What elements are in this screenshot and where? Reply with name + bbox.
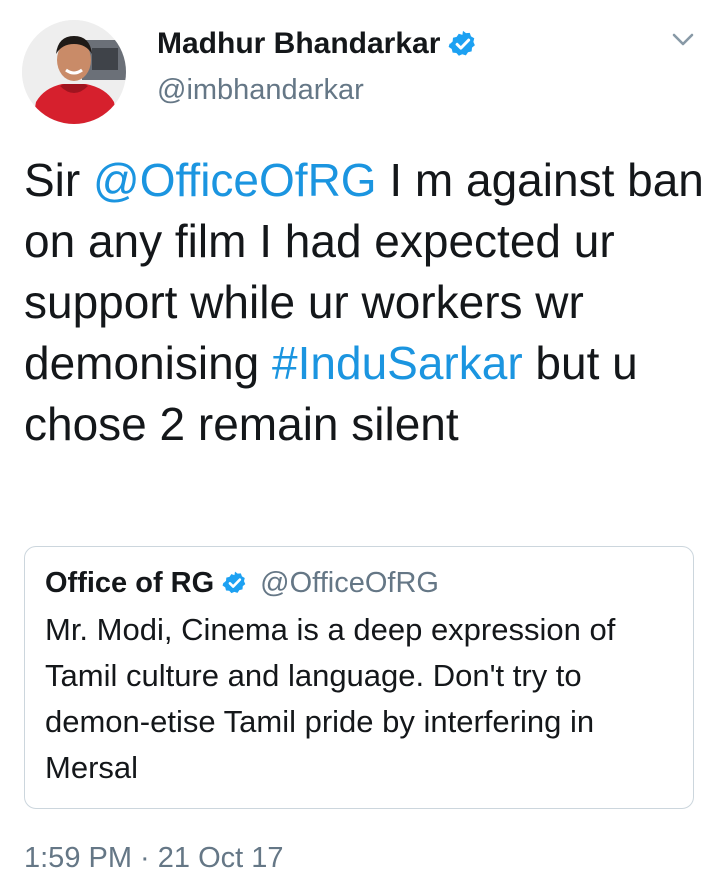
author-name-row: Madhur Bhandarkar [157,24,478,64]
mention-link[interactable]: @OfficeOfRG [93,154,377,206]
avatar[interactable] [22,20,126,124]
author-handle[interactable]: @imbhandarkar [157,74,364,107]
tweet-timestamp[interactable]: 1:59 PM · 21 Oct 17 [24,842,284,875]
quoted-display-name: Office of RG [45,566,215,599]
chevron-down-icon[interactable] [670,30,696,50]
hashtag-link[interactable]: #InduSarkar [272,337,523,389]
quoted-handle: @OfficeOfRG [260,566,439,599]
author-display-name[interactable]: Madhur Bhandarkar [157,27,440,61]
tweet-text: Sir @OfficeOfRG I m against ban on any f… [24,150,704,455]
quoted-tweet-header: Office of RG @OfficeOfRG [45,563,673,603]
tweet-text-segment: Sir [24,154,93,206]
verified-badge-icon [222,570,248,596]
profile-photo-icon [22,20,126,124]
quoted-tweet-card[interactable]: Office of RG @OfficeOfRG Mr. Modi, Cinem… [24,546,694,809]
quoted-tweet-text: Mr. Modi, Cinema is a deep expression of… [45,612,616,785]
verified-badge-icon [448,29,478,59]
